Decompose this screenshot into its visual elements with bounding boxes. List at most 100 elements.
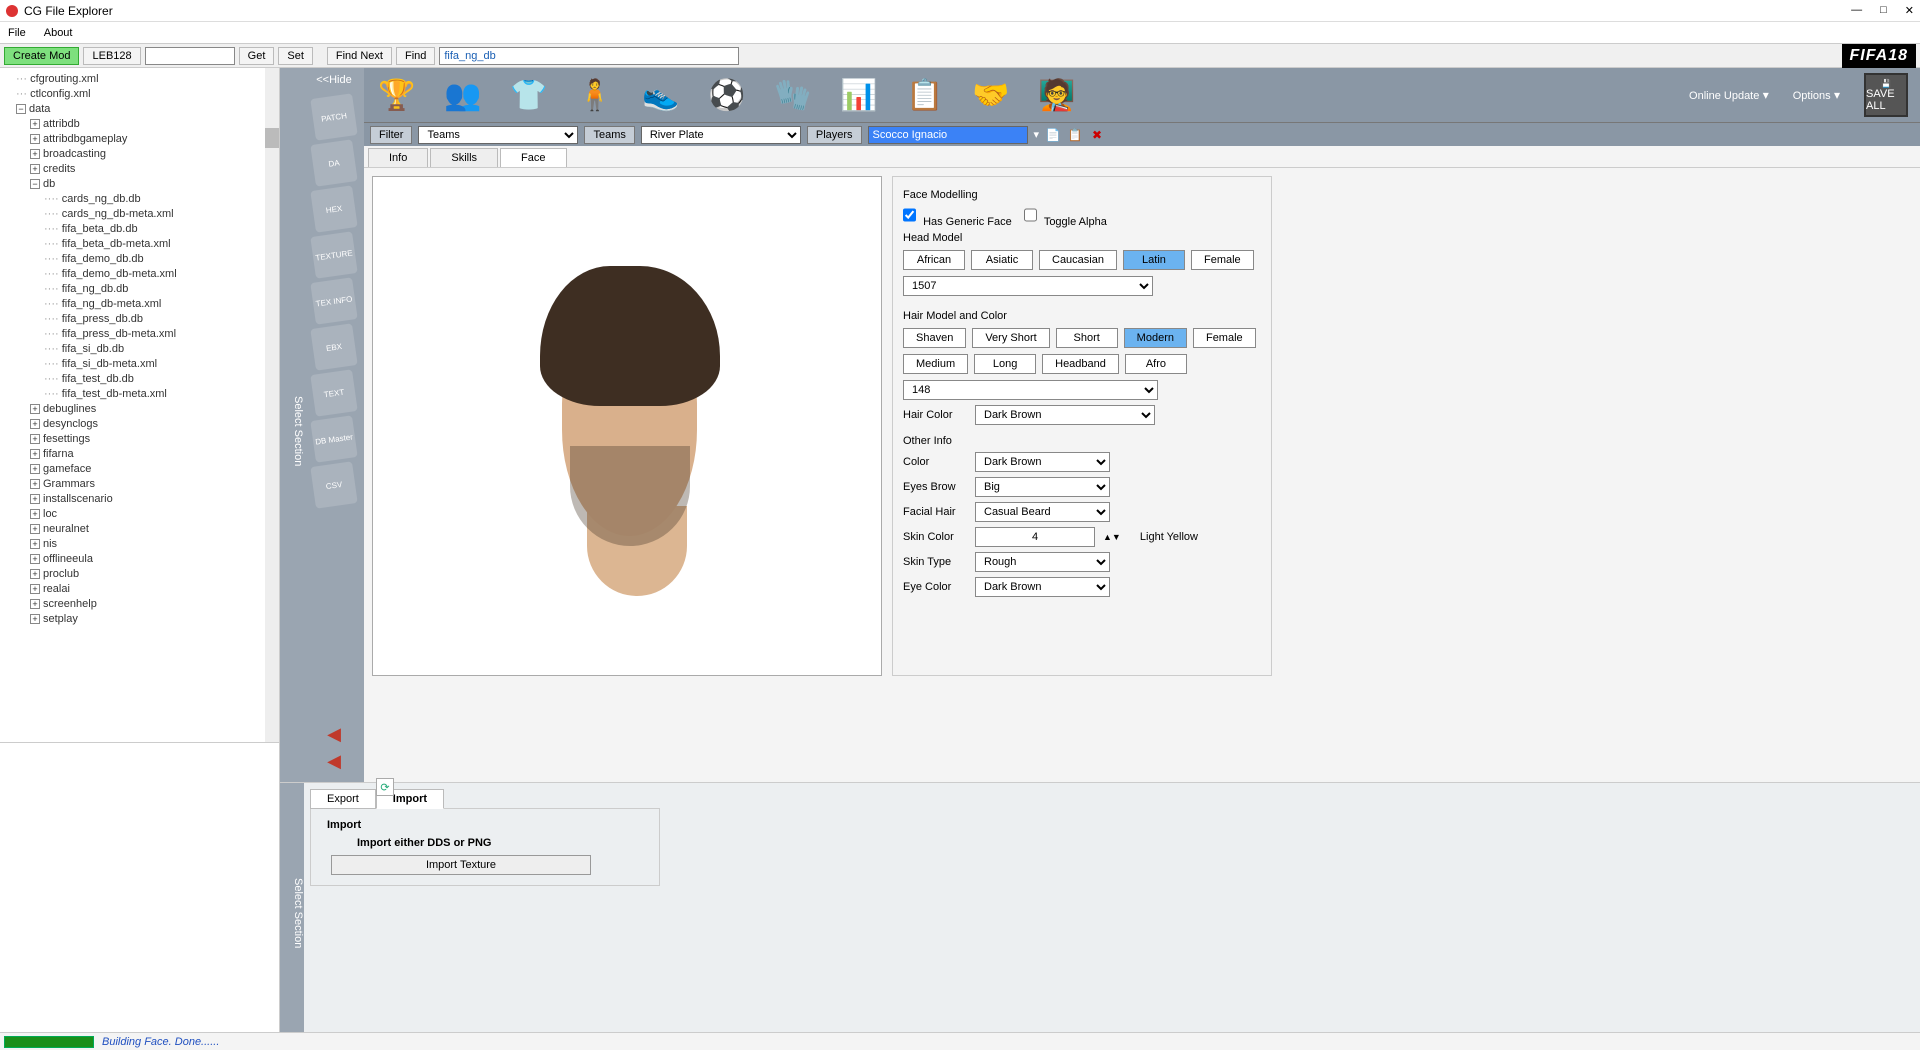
hair-afro-button[interactable]: Afro [1125, 354, 1187, 374]
options-dropdown[interactable]: Options ▾ [1793, 88, 1840, 102]
handshake-icon[interactable]: 🤝 [970, 74, 1012, 116]
teams-select[interactable]: River Plate [641, 126, 801, 144]
arrow-left-icon[interactable]: ◀ [327, 751, 341, 772]
tree-folder[interactable]: +offlineeula [30, 552, 277, 567]
tree-file[interactable]: ···· fifa_beta_db-meta.xml [44, 237, 277, 252]
hair-long-button[interactable]: Long [974, 354, 1036, 374]
file-tree[interactable]: ··· cfgrouting.xml ··· ctlconfig.xml −da… [0, 68, 279, 742]
tree-folder[interactable]: +realai [30, 582, 277, 597]
scoreboard-icon[interactable]: 📊 [838, 74, 880, 116]
hair-veryshort-button[interactable]: Very Short [972, 328, 1049, 348]
players-select[interactable] [868, 126, 1028, 144]
tree-file[interactable]: ···· fifa_beta_db.db [44, 222, 277, 237]
new-icon[interactable]: 📄 [1045, 127, 1061, 143]
tree-folder[interactable]: +broadcasting [30, 147, 277, 162]
toggle-alpha-checkbox[interactable] [1024, 205, 1037, 225]
tree-folder[interactable]: +debuglines [30, 402, 277, 417]
minimize-button[interactable]: — [1851, 4, 1862, 17]
tree-file[interactable]: ···· fifa_test_db.db [44, 372, 277, 387]
ball-icon[interactable]: ⚽ [706, 74, 748, 116]
tree-folder[interactable]: +nis [30, 537, 277, 552]
leb128-input[interactable] [145, 47, 235, 65]
hair-shaven-button[interactable]: Shaven [903, 328, 966, 348]
tree-scrollbar[interactable] [265, 68, 279, 742]
save-all-button[interactable]: 💾SAVE ALL [1864, 73, 1908, 117]
menu-file[interactable]: File [8, 27, 26, 39]
find-input[interactable] [439, 47, 739, 65]
headmodel-caucasian-button[interactable]: Caucasian [1039, 250, 1117, 270]
gloves-icon[interactable]: 🧤 [772, 74, 814, 116]
tree-folder[interactable]: +installscenario [30, 492, 277, 507]
hide-button[interactable]: <<Hide [316, 68, 351, 92]
find-button[interactable]: Find [396, 47, 435, 65]
tree-file[interactable]: ···· fifa_si_db-meta.xml [44, 357, 277, 372]
tree-file[interactable]: ···· fifa_press_db.db [44, 312, 277, 327]
copy-icon[interactable]: 📋 [1067, 127, 1083, 143]
tree-file[interactable]: ···· fifa_press_db-meta.xml [44, 327, 277, 342]
players-icon[interactable]: 👥 [442, 74, 484, 116]
section-tile-da[interactable]: DA [310, 139, 357, 186]
tree-file[interactable]: ···· fifa_demo_db-meta.xml [44, 267, 277, 282]
color-select[interactable]: Dark Brown [975, 452, 1110, 472]
headmodel-asiatic-button[interactable]: Asiatic [971, 250, 1033, 270]
referee-icon[interactable]: 🧍 [574, 74, 616, 116]
skintype-select[interactable]: Rough [975, 552, 1110, 572]
head-model-select[interactable]: 1507 [903, 276, 1153, 296]
tactics-icon[interactable]: 📋 [904, 74, 946, 116]
online-update-dropdown[interactable]: Online Update ▾ [1689, 88, 1769, 102]
headmodel-african-button[interactable]: African [903, 250, 965, 270]
trophy-icon[interactable]: 🏆 [376, 74, 418, 116]
tree-file[interactable]: ···· fifa_si_db.db [44, 342, 277, 357]
tree-folder[interactable]: +setplay [30, 612, 277, 627]
tree-file[interactable]: ···· cards_ng_db-meta.xml [44, 207, 277, 222]
tree-folder[interactable]: +attribdbgameplay [30, 132, 277, 147]
tab-export[interactable]: Export [310, 789, 376, 809]
tab-skills[interactable]: Skills [430, 148, 498, 167]
findnext-button[interactable]: Find Next [327, 47, 392, 65]
close-button[interactable]: ✕ [1905, 4, 1914, 17]
menu-about[interactable]: About [44, 27, 73, 39]
tree-folder[interactable]: +neuralnet [30, 522, 277, 537]
tree-file[interactable]: ···· fifa_demo_db.db [44, 252, 277, 267]
get-button[interactable]: Get [239, 47, 275, 65]
boots-icon[interactable]: 👟 [640, 74, 682, 116]
tree-folder-db[interactable]: −db ···· cards_ng_db.db···· cards_ng_db-… [30, 177, 277, 402]
hair-color-select[interactable]: Dark Brown [975, 405, 1155, 425]
section-tile-texture[interactable]: TEXTURE [310, 231, 357, 278]
hair-short-button[interactable]: Short [1056, 328, 1118, 348]
eyecolor-select[interactable]: Dark Brown [975, 577, 1110, 597]
section-tile-csv[interactable]: CSV [310, 461, 357, 508]
hair-medium-button[interactable]: Medium [903, 354, 968, 374]
tree-file[interactable]: ··· cfgrouting.xml [16, 72, 277, 87]
tree-folder[interactable]: +Grammars [30, 477, 277, 492]
facialhair-select[interactable]: Casual Beard [975, 502, 1110, 522]
headmodel-latin-button[interactable]: Latin [1123, 250, 1185, 270]
tree-file[interactable]: ···· cards_ng_db.db [44, 192, 277, 207]
leb128-button[interactable]: LEB128 [83, 47, 140, 65]
tree-folder[interactable]: +screenhelp [30, 597, 277, 612]
tree-folder-data[interactable]: −data +attribdb +attribdbgameplay +broad… [16, 102, 277, 627]
tree-scroll-thumb[interactable] [265, 128, 279, 148]
tree-folder[interactable]: +fifarna [30, 447, 277, 462]
eyesbrow-select[interactable]: Big [975, 477, 1110, 497]
manager-icon[interactable]: 🧑‍🏫 [1036, 74, 1078, 116]
filter-select[interactable]: Teams [418, 126, 578, 144]
headmodel-female-button[interactable]: Female [1191, 250, 1254, 270]
section-tile-db-master[interactable]: DB Master [310, 415, 357, 462]
tree-folder[interactable]: +credits [30, 162, 277, 177]
hair-female-button[interactable]: Female [1193, 328, 1256, 348]
hair-headband-button[interactable]: Headband [1042, 354, 1119, 374]
tree-file[interactable]: ···· fifa_ng_db.db [44, 282, 277, 297]
hair-model-select[interactable]: 148 [903, 380, 1158, 400]
import-texture-button[interactable]: Import Texture [331, 855, 591, 875]
skincolor-input[interactable] [975, 527, 1095, 547]
tab-info[interactable]: Info [368, 148, 428, 167]
arrow-left-icon[interactable]: ◀ [327, 724, 341, 745]
section-tile-text[interactable]: TEXT [310, 369, 357, 416]
create-mod-button[interactable]: Create Mod [4, 47, 79, 65]
tree-folder[interactable]: +proclub [30, 567, 277, 582]
section-tile-ebx[interactable]: EBX [310, 323, 357, 370]
tree-folder[interactable]: +attribdb [30, 117, 277, 132]
face-preview[interactable] [372, 176, 882, 676]
tree-folder[interactable]: +fesettings [30, 432, 277, 447]
